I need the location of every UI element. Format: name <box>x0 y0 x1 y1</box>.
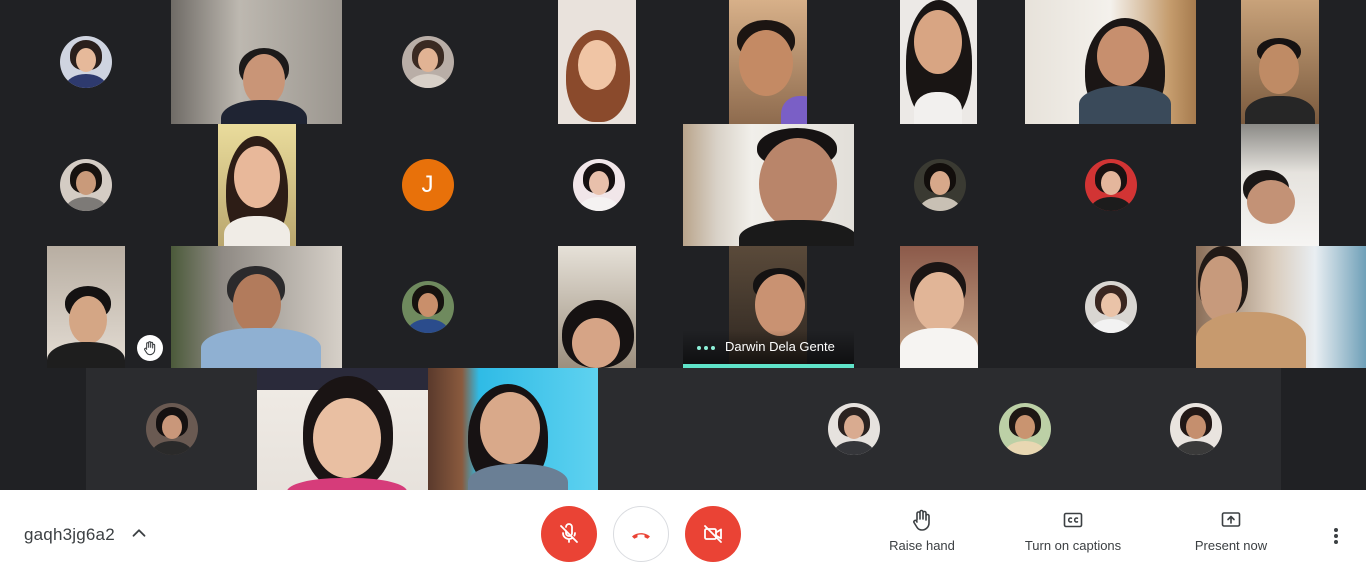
participant-tile[interactable] <box>86 368 257 490</box>
participant-avatar <box>1169 403 1222 455</box>
participant-avatar <box>59 159 112 211</box>
meeting-control-bar: gaqh3jg6a2 Raise hand Turn on captions P… <box>0 490 1366 578</box>
participant-tile[interactable] <box>1025 124 1196 246</box>
chevron-up-icon[interactable] <box>128 522 150 544</box>
participant-letter-avatar: J <box>401 159 454 211</box>
participant-tile[interactable] <box>0 0 171 124</box>
camera-off-icon <box>704 525 722 543</box>
participant-video[interactable] <box>171 246 342 368</box>
raised-hand-indicator <box>137 335 163 361</box>
camera-toggle-button[interactable] <box>685 506 741 562</box>
mic-off-icon <box>560 523 578 543</box>
speaking-indicator <box>697 346 715 350</box>
captions-label: Turn on captions <box>1024 538 1122 553</box>
participant-video[interactable] <box>558 0 636 124</box>
active-speaker-tile[interactable]: Darwin Dela Gente <box>683 246 854 368</box>
participant-tile[interactable] <box>0 124 171 246</box>
participant-video[interactable] <box>47 246 125 368</box>
present-screen-icon <box>1221 512 1241 527</box>
more-vert-icon[interactable] <box>1324 524 1348 548</box>
present-now-button[interactable]: Present now <box>1186 508 1276 553</box>
hand-icon <box>913 509 930 531</box>
participant-tile[interactable] <box>1025 246 1196 368</box>
participant-tile[interactable]: J <box>342 124 513 246</box>
participant-video[interactable] <box>171 0 342 124</box>
participant-avatar <box>572 159 625 211</box>
participant-tile[interactable] <box>1110 368 1281 490</box>
participant-video[interactable] <box>558 246 636 368</box>
participant-avatar <box>145 403 198 455</box>
participant-video[interactable] <box>1241 124 1319 246</box>
participant-video[interactable] <box>729 0 807 124</box>
participant-tile[interactable] <box>939 368 1110 490</box>
participant-tile[interactable] <box>342 246 513 368</box>
participant-avatar <box>1084 159 1137 211</box>
participant-video[interactable] <box>1025 0 1196 124</box>
participant-video[interactable] <box>900 246 978 368</box>
participant-video[interactable] <box>257 368 428 490</box>
participant-avatar <box>59 36 112 88</box>
participant-video[interactable] <box>900 0 977 124</box>
leave-call-button[interactable] <box>613 506 669 562</box>
participant-video[interactable] <box>683 124 854 246</box>
raise-hand-label: Raise hand <box>889 538 955 553</box>
meeting-code[interactable]: gaqh3jg6a2 <box>24 525 115 545</box>
participant-tile[interactable] <box>854 124 1025 246</box>
participant-tile[interactable] <box>768 368 939 490</box>
participant-avatar <box>913 159 966 211</box>
closed-captions-icon <box>1063 512 1083 528</box>
participant-video[interactable] <box>1196 246 1366 368</box>
microphone-toggle-button[interactable] <box>541 506 597 562</box>
participant-video[interactable] <box>1241 0 1319 124</box>
participant-grid: J Darwin Dela Gente <box>0 0 1366 490</box>
participant-video[interactable] <box>218 124 296 246</box>
avatar-initial: J <box>421 171 434 198</box>
hang-up-icon <box>632 533 650 539</box>
participant-avatar <box>401 281 454 333</box>
participant-name: Darwin Dela Gente <box>725 339 835 354</box>
participant-tile[interactable] <box>513 124 684 246</box>
participant-avatar <box>1084 281 1137 333</box>
hand-icon <box>144 341 156 356</box>
participant-tile[interactable] <box>342 0 513 124</box>
captions-button[interactable]: Turn on captions <box>1013 508 1133 553</box>
participant-avatar <box>401 36 454 88</box>
participant-avatar <box>998 403 1051 455</box>
participant-video[interactable] <box>428 368 598 490</box>
present-label: Present now <box>1194 538 1268 553</box>
raise-hand-button[interactable]: Raise hand <box>882 508 962 553</box>
participant-avatar <box>827 403 880 455</box>
